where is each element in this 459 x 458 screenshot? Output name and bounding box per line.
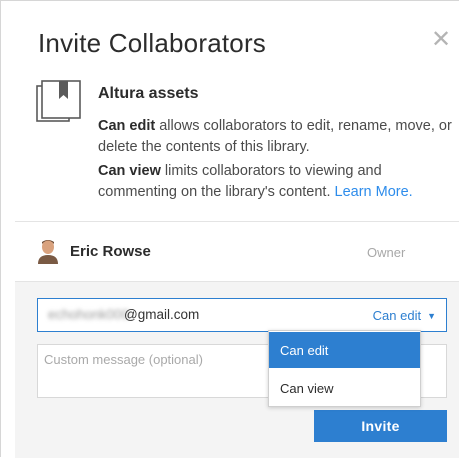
can-view-description: Can view limits collaborators to viewing… <box>98 161 453 203</box>
caret-down-icon: ▼ <box>427 311 436 321</box>
email-domain: @gmail.com <box>124 307 200 322</box>
library-icon <box>36 80 81 122</box>
menu-item-can-view[interactable]: Can view <box>269 370 420 406</box>
email-input[interactable]: echohonk000 @gmail.com Can edit ▼ <box>37 298 447 332</box>
library-name: Altura assets <box>98 85 199 102</box>
invite-dialog: Invite Collaborators ✕ Altura assets Can… <box>0 0 459 458</box>
custom-message-placeholder: Custom message (optional) <box>44 352 203 367</box>
owner-role-label: Owner <box>367 245 406 260</box>
permission-select[interactable]: Can edit ▼ <box>373 308 436 323</box>
email-local-part-redacted: echohonk000 <box>48 307 130 322</box>
can-edit-description: Can edit allows collaborators to edit, r… <box>98 116 453 158</box>
can-view-term: Can view <box>98 163 161 179</box>
permission-dropdown-menu: Can edit Can view <box>268 330 421 407</box>
menu-item-can-edit[interactable]: Can edit <box>269 332 420 368</box>
divider <box>15 221 459 222</box>
dialog-title: Invite Collaborators <box>38 28 266 58</box>
close-icon[interactable]: ✕ <box>429 28 453 52</box>
collaborator-row-owner: Eric Rowse Owner <box>15 223 459 281</box>
user-avatar <box>38 240 58 264</box>
invite-button[interactable]: Invite <box>314 410 447 442</box>
learn-more-link[interactable]: Learn More. <box>335 184 413 200</box>
owner-name: Eric Rowse <box>70 243 151 260</box>
permission-select-label: Can edit <box>372 308 422 323</box>
can-edit-term: Can edit <box>98 118 156 134</box>
